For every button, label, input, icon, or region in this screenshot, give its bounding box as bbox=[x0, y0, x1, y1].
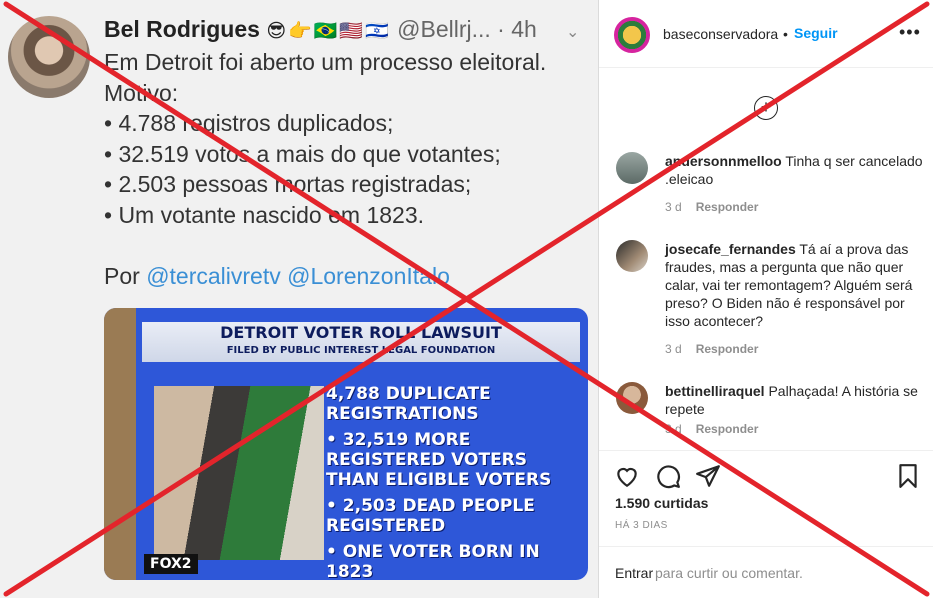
news-bullet: • ONE VOTER BORN IN 1823 bbox=[326, 542, 540, 580]
news-image: DETROIT VOTER ROLL LAWSUIT FILED BY PUBL… bbox=[104, 308, 588, 580]
like-count[interactable]: 1.590 curtidas bbox=[615, 495, 708, 511]
tweet-author-name: Bel Rodrigues bbox=[104, 16, 260, 42]
tweet-screenshot: Bel Rodrigues 😎👉🇧🇷🇺🇸🇮🇱 @Bellrj... · 4h ⌄… bbox=[0, 0, 598, 598]
follow-button[interactable]: Seguir bbox=[794, 25, 838, 41]
reply-button[interactable]: Responder bbox=[696, 342, 759, 356]
tweet-text: Em Detroit foi aberto um processo eleito… bbox=[104, 47, 594, 291]
mention-link: @tercalivretv bbox=[146, 262, 281, 289]
chevron-down-icon: ⌄ bbox=[566, 24, 580, 41]
news-bullets: 4,788 DUPLICATE REGISTRATIONS • 32,519 M… bbox=[326, 384, 580, 580]
comment-age: 3 d bbox=[665, 342, 682, 356]
news-bullet: 4,788 DUPLICATE REGISTRATIONS bbox=[326, 384, 491, 424]
heart-icon[interactable] bbox=[614, 463, 640, 489]
post-date: HÁ 3 DIAS bbox=[615, 520, 668, 531]
post-header: baseconservadora • Seguir ••• bbox=[599, 0, 933, 68]
news-title: DETROIT VOTER ROLL LAWSUIT bbox=[220, 323, 502, 342]
load-more-comments-icon[interactable]: + bbox=[754, 96, 778, 120]
tweet-line: • 4.788 registros duplicados; bbox=[104, 110, 394, 136]
comment-compose: Entrar para curtir ou comentar. bbox=[599, 546, 933, 598]
tweet-line: • 2.503 pessoas mortas registradas; bbox=[104, 171, 472, 197]
news-photo bbox=[154, 386, 324, 560]
news-bullet: • 2,503 DEAD PEOPLE REGISTERED bbox=[326, 496, 535, 536]
more-options-icon[interactable]: ••• bbox=[899, 22, 921, 43]
news-bullet: • 32,519 MORE REGISTERED VOTERS THAN ELI… bbox=[326, 430, 552, 490]
tweet-author-emoji: 😎👉🇧🇷🇺🇸🇮🇱 bbox=[266, 20, 391, 42]
comment-username[interactable]: andersonnmelloo bbox=[665, 153, 782, 169]
avatar[interactable] bbox=[616, 152, 648, 184]
tweet-avatar bbox=[8, 16, 90, 98]
reply-button[interactable]: Responder bbox=[696, 422, 759, 436]
mention-link: @LorenzonItalo bbox=[287, 262, 450, 289]
comment-username[interactable]: josecafe_fernandes bbox=[665, 241, 796, 257]
share-icon[interactable] bbox=[695, 463, 721, 489]
tweet-handle: @Bellrj... bbox=[397, 16, 491, 42]
comment-icon[interactable] bbox=[655, 463, 681, 489]
tweet-line: • Um votante nascido em 1823. bbox=[104, 201, 425, 228]
comment: bettinelliraquel Palhaçada! A história s… bbox=[616, 382, 926, 436]
tweet-credit: Por @tercalivretv @LorenzonItalo bbox=[104, 261, 594, 292]
comment: andersonnmelloo Tinha q ser cancelado .e… bbox=[616, 152, 926, 214]
comment-username[interactable]: bettinelliraquel bbox=[665, 383, 765, 399]
tweet-line: • 32.519 votos a mais do que votantes; bbox=[104, 140, 501, 167]
news-title-bar: DETROIT VOTER ROLL LAWSUIT FILED BY PUBL… bbox=[142, 322, 580, 362]
tweet-credit-prefix: Por bbox=[104, 262, 140, 289]
avatar[interactable] bbox=[614, 17, 650, 53]
tweet-header: Bel Rodrigues 😎👉🇧🇷🇺🇸🇮🇱 @Bellrj... · 4h bbox=[104, 16, 537, 43]
tweet-line: Motivo: bbox=[104, 79, 179, 106]
news-subtitle: FILED BY PUBLIC INTEREST LEGAL FOUNDATIO… bbox=[226, 345, 496, 356]
comment: josecafe_fernandes Tá aí a prova das fra… bbox=[616, 240, 926, 356]
bookmark-icon[interactable] bbox=[895, 463, 921, 489]
avatar[interactable] bbox=[616, 240, 648, 272]
login-link[interactable]: Entrar bbox=[615, 565, 653, 581]
post-username[interactable]: baseconservadora bbox=[663, 26, 778, 42]
comment-age: 3 d bbox=[665, 200, 682, 214]
comment-age: 3 d bbox=[665, 422, 682, 436]
avatar[interactable] bbox=[616, 382, 648, 414]
instagram-panel: baseconservadora • Seguir ••• + anderson… bbox=[598, 0, 933, 598]
reply-button[interactable]: Responder bbox=[696, 200, 759, 214]
separator-dot: • bbox=[783, 26, 788, 42]
channel-logo: FOX2 bbox=[144, 554, 198, 574]
compose-hint: para curtir ou comentar. bbox=[655, 565, 803, 581]
tweet-line: Em Detroit foi aberto um processo eleito… bbox=[104, 49, 547, 75]
tweet-time: · 4h bbox=[497, 16, 537, 42]
